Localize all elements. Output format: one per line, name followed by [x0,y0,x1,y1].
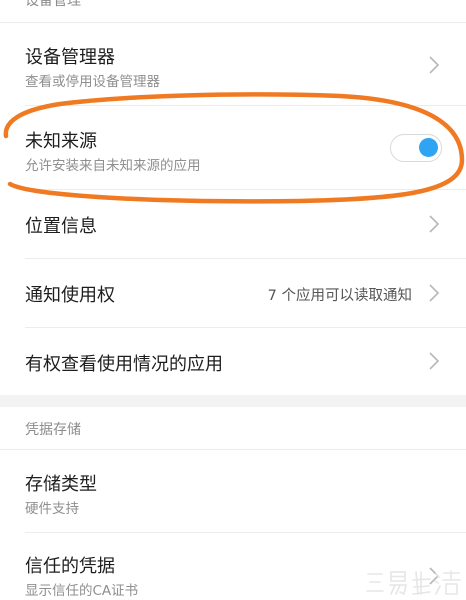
chevron-right-icon [429,352,440,370]
row-notification-access[interactable]: 通知使用权 7 个应用可以读取通知 [0,259,466,327]
section-header-credential-storage: 凭据存储 [0,407,466,449]
row-subtitle: 查看或停用设备管理器 [25,74,160,90]
settings-screen: 设备管理 设备管理器 查看或停用设备管理器 未知来源 允许安装来自未知来源的应用… [0,0,466,600]
row-title: 通知使用权 [25,285,115,306]
row-storage-type[interactable]: 存储类型 硬件支持 [0,450,466,532]
row-subtitle: 允许安装来自未知来源的应用 [25,158,201,174]
section-header-label: 设备管理 [25,0,81,9]
chevron-right-icon [429,284,440,302]
unknown-sources-toggle[interactable] [390,134,442,162]
row-title: 信任的凭据 [25,556,115,577]
section-gap [0,395,466,407]
row-usage-access[interactable]: 有权查看使用情况的应用 [0,328,466,395]
toggle-knob [419,138,438,157]
row-title: 设备管理器 [25,47,115,68]
row-subtitle: 硬件支持 [25,501,79,517]
row-title: 存储类型 [25,474,97,495]
row-subtitle: 显示信任的CA证书 [25,583,139,599]
row-location[interactable]: 位置信息 [0,190,466,258]
row-unknown-sources[interactable]: 未知来源 允许安装来自未知来源的应用 [0,106,466,189]
watermark-logo [366,570,461,596]
row-title: 有权查看使用情况的应用 [25,354,223,375]
row-title: 未知来源 [25,131,97,152]
section-header-label: 凭据存储 [25,422,81,438]
chevron-right-icon [429,215,440,233]
chevron-right-icon [429,56,440,74]
row-value: 7 个应用可以读取通知 [267,288,412,304]
row-device-manager[interactable]: 设备管理器 查看或停用设备管理器 [0,23,466,105]
section-header-device-management: 设备管理 [0,0,466,22]
row-title: 位置信息 [25,216,97,237]
